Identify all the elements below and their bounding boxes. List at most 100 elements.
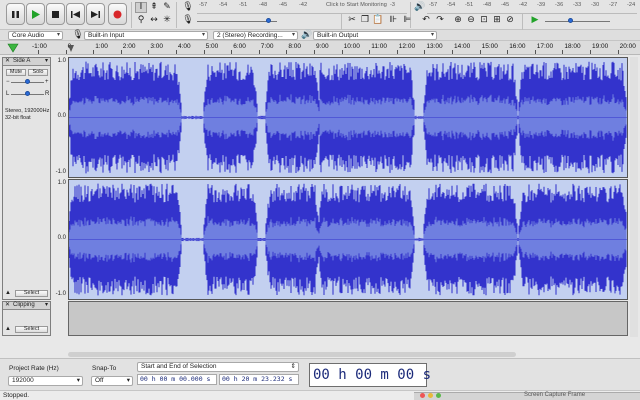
overlay-window-title: Screen Capture Frame	[524, 392, 586, 398]
chevron-down-icon: ▾	[76, 377, 80, 384]
track-name[interactable]: Clipping	[13, 302, 35, 309]
selection-tool-icon[interactable]: I	[135, 2, 147, 13]
ruler-tick-mark	[231, 50, 233, 54]
ruler-tick-mark	[286, 50, 288, 54]
selection-toolbar: Project Rate (Hz) 192000 ▾ Snap-To Off ▾…	[0, 358, 640, 390]
playhead-icon[interactable]	[68, 45, 74, 54]
zoom-in-icon[interactable]: ⊕	[452, 15, 464, 26]
ruler-tick-mark	[120, 50, 122, 54]
skip-end-icon	[91, 10, 100, 18]
trim-icon[interactable]: ⊪	[387, 15, 399, 26]
waveform-channel-left[interactable]	[68, 57, 628, 178]
ruler-tick-label: 10:00	[343, 43, 360, 50]
record-button[interactable]	[108, 3, 127, 25]
ruler-tick-label: 11:00	[371, 43, 387, 50]
skip-to-start-button[interactable]	[66, 3, 85, 25]
audio-host-select[interactable]: Core Audio ▾	[8, 31, 63, 40]
gain-plus-icon: +	[45, 79, 49, 85]
project-rate-label: Project Rate (Hz)	[9, 365, 59, 372]
chevron-down-icon[interactable]: ▾	[45, 302, 48, 309]
label-track-area[interactable]	[68, 301, 628, 336]
ruler-tick-label: 20:00	[619, 43, 636, 50]
play-button[interactable]	[26, 3, 45, 25]
paste-icon[interactable]: 📋	[372, 15, 384, 26]
speaker-icon[interactable]: 🔊	[414, 2, 426, 13]
undo-icon[interactable]: ↶	[420, 15, 432, 26]
monitor-label[interactable]: Click to Start Monitoring	[326, 2, 387, 8]
horizontal-scrollbar[interactable]	[68, 352, 516, 357]
solo-button[interactable]: Solo	[28, 69, 48, 76]
selection-start-time[interactable]: 00 h 00 m 00.000 s	[137, 374, 217, 385]
recording-device-select[interactable]: Built-in Input ▾	[84, 31, 208, 40]
copy-icon[interactable]: ❐	[359, 15, 371, 26]
label-track-control-panel[interactable]: ✕ Clipping ▾ ▲ Select	[2, 301, 51, 336]
overlay-window-titlebar[interactable]: Screen Capture Frame	[414, 392, 640, 400]
fit-selection-icon[interactable]: ⊡	[478, 15, 490, 26]
multi-tool-icon[interactable]: ✳	[161, 15, 173, 26]
track-control-panel[interactable]: ✕ Side A ▾ Mute Solo − + L R Stereo, 192…	[2, 57, 51, 300]
scale-bottom-label: -1.0	[55, 169, 66, 175]
ruler-tick-mark	[203, 50, 205, 54]
vertical-scale-left[interactable]: 1.0 0.0 -1.0	[52, 57, 68, 177]
mute-button[interactable]: Mute	[6, 69, 26, 76]
audio-position-time[interactable]: 00 h 00 m 00 s	[309, 363, 431, 387]
pan-left-label: L	[6, 91, 10, 97]
ruler-tick-mark	[65, 50, 67, 54]
recording-volume-slider[interactable]	[266, 18, 271, 23]
track-header: ✕ Side A ▾	[3, 58, 50, 66]
zoom-out-icon[interactable]: ⊖	[465, 15, 477, 26]
close-track-icon[interactable]: ✕	[5, 302, 10, 309]
ruler-tick-mark	[617, 50, 619, 54]
ruler-tick-mark	[424, 50, 426, 54]
mic-volume-icon: 🎙	[182, 15, 194, 25]
chevron-down-icon[interactable]: ▾	[45, 58, 48, 65]
stop-button[interactable]	[46, 3, 65, 25]
microphone-icon[interactable]: 🎙	[182, 2, 194, 13]
ruler-tick-mark	[314, 50, 315, 54]
recording-meter[interactable]: -57 -54 -51 -48 -45 -42 Click to Start Monit…	[197, 2, 409, 10]
envelope-tool-icon[interactable]: ⇞	[148, 2, 160, 13]
scale-bottom-label: -1.0	[55, 291, 66, 297]
track-name[interactable]: Side A	[13, 58, 30, 65]
draw-tool-icon[interactable]: ✎	[161, 2, 173, 13]
skip-to-end-button[interactable]	[86, 3, 105, 25]
collapse-icon[interactable]: ▲	[5, 290, 11, 296]
collapse-icon[interactable]: ▲	[5, 326, 11, 332]
vertical-scale-right[interactable]: 1.0 0.0 -1.0	[52, 179, 68, 300]
play-at-speed-icon[interactable]: ▶	[529, 15, 541, 26]
gain-slider[interactable]	[25, 79, 30, 84]
chevron-down-icon: ▾	[56, 32, 60, 38]
chevron-down-icon: ▾	[201, 32, 205, 38]
close-track-icon[interactable]: ✕	[5, 58, 10, 65]
project-rate-value: 192000	[12, 377, 34, 384]
redo-icon[interactable]: ↷	[434, 15, 446, 26]
recording-channels-select[interactable]: 2 (Stereo) Recording... ▾	[213, 31, 298, 40]
ruler-tick-mark	[148, 50, 150, 54]
fit-project-icon[interactable]: ⊞	[491, 15, 503, 26]
snap-to-select[interactable]: Off ▾	[91, 376, 133, 386]
cut-icon[interactable]: ✂	[346, 15, 358, 26]
scale-mid-label: 0.0	[57, 235, 66, 241]
select-track-button[interactable]: Select	[15, 326, 48, 333]
play-speed-slider[interactable]	[568, 18, 573, 23]
select-track-button[interactable]: Select	[15, 290, 48, 297]
vertical-scrollbar[interactable]	[630, 57, 638, 337]
pan-slider[interactable]	[25, 91, 30, 96]
timeline-ruler[interactable]: -1:0001:002:003:004:005:006:007:008:009:…	[0, 41, 640, 55]
ruler-tick-label: 1:00	[95, 43, 108, 50]
playback-meter[interactable]: -57 -54 -51 -48 -45 -42 -39 -36 -33 -30 -27 -24	[427, 2, 639, 10]
project-rate-select[interactable]: 192000 ▾	[8, 376, 83, 386]
waveform-channel-right[interactable]	[68, 179, 628, 300]
pause-button[interactable]	[6, 3, 25, 25]
zoom-tool-icon[interactable]: ⚲	[135, 15, 147, 26]
timeshift-tool-icon[interactable]: ↔	[148, 15, 160, 26]
ruler-tick-label: 8:00	[288, 43, 302, 50]
playback-device-select[interactable]: Built-in Output ▾	[313, 31, 437, 40]
selection-mode-select[interactable]: Start and End of Selection ⇕	[137, 362, 299, 372]
ruler-tick-mark	[369, 50, 371, 54]
pin-icon[interactable]	[6, 42, 20, 54]
zoom-toggle-icon[interactable]: ⊘	[504, 15, 516, 26]
selection-end-time[interactable]: 00 h 20 m 23.232 s	[219, 374, 299, 385]
ruler-tick-label: 14:00	[454, 43, 471, 50]
silence-icon[interactable]: ⊫	[401, 15, 413, 26]
